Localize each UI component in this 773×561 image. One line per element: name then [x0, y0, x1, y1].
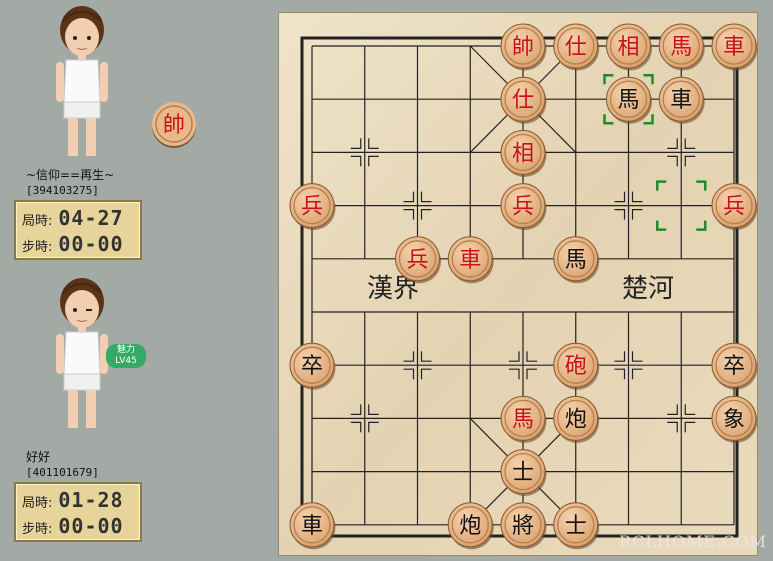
piece-label: 車: [670, 88, 692, 113]
piece-label: 帥: [512, 35, 534, 60]
piece-label: 兵: [406, 248, 428, 273]
piece-label: 車: [723, 35, 745, 60]
piece-label: 兵: [512, 195, 534, 220]
piece-label: 士: [565, 514, 587, 539]
piece-label: 砲: [565, 354, 587, 379]
player-top-panel: ~信仰==再生~ [394103275] 局時: 04-27 步時: 00-00 帥: [0, 0, 270, 270]
piece-label: 車: [459, 248, 481, 273]
player-top-name: ~信仰==再生~: [26, 168, 115, 182]
piece-label: 兵: [723, 195, 745, 220]
board-svg[interactable]: 漢界 楚河 帥仕相馬車仕馬車相兵兵兵兵車馬卒砲卒馬炮象士車炮將士: [277, 11, 759, 557]
piece-label: 馬: [565, 248, 587, 273]
game-time-label: 局時:: [22, 214, 53, 229]
piece-label: 相: [512, 141, 534, 166]
piece-label: 士: [512, 461, 534, 486]
player-bottom-name: 好好: [26, 450, 51, 464]
piece-label: 炮: [459, 514, 481, 539]
player-top-side-piece: 帥: [152, 102, 196, 148]
game-time-value: 04-27: [58, 206, 124, 230]
game-time-value: 01-28: [58, 488, 124, 512]
player-top-avatar: [56, 6, 108, 156]
player-top-timer: 局時: 04-27 步時: 00-00: [14, 200, 142, 260]
step-time-label: 步時:: [22, 240, 53, 255]
piece-label: 炮: [565, 407, 587, 432]
piece-label: 兵: [301, 195, 323, 220]
game-time-label: 局時:: [22, 496, 53, 511]
step-time-value: 00-00: [58, 232, 124, 256]
piece-label: 相: [617, 35, 639, 60]
piece-label: 仕: [512, 88, 534, 113]
charm-level-badge: 魅力 LV45: [106, 344, 146, 368]
piece-label: 卒: [723, 354, 745, 379]
xiangqi-board[interactable]: 漢界 楚河 帥仕相馬車仕馬車相兵兵兵兵車馬卒砲卒馬炮象士車炮將士: [277, 11, 759, 557]
piece-label: 將: [512, 514, 534, 539]
watermark: RCLHOME.COM: [619, 532, 767, 551]
piece-label: 車: [301, 514, 323, 539]
piece-label: 馬: [617, 88, 639, 113]
river-label-right: 楚河: [622, 274, 674, 304]
step-time-value: 00-00: [58, 514, 124, 538]
piece-label: 象: [723, 407, 745, 432]
player-bottom-panel: 魅力 LV45 好好 [401101679] 局時: 01-28 步時: 00-00: [0, 270, 270, 560]
piece-label: 仕: [565, 35, 587, 60]
player-bottom-timer: 局時: 01-28 步時: 00-00: [14, 482, 142, 542]
player-top-id: [394103275]: [26, 184, 99, 197]
piece-label: 卒: [301, 354, 323, 379]
piece-label: 馬: [670, 35, 692, 60]
side-piece-label: 帥: [163, 113, 185, 138]
step-time-label: 步時:: [22, 522, 53, 537]
piece-label: 馬: [512, 407, 534, 432]
player-bottom-id: [401101679]: [26, 466, 99, 479]
